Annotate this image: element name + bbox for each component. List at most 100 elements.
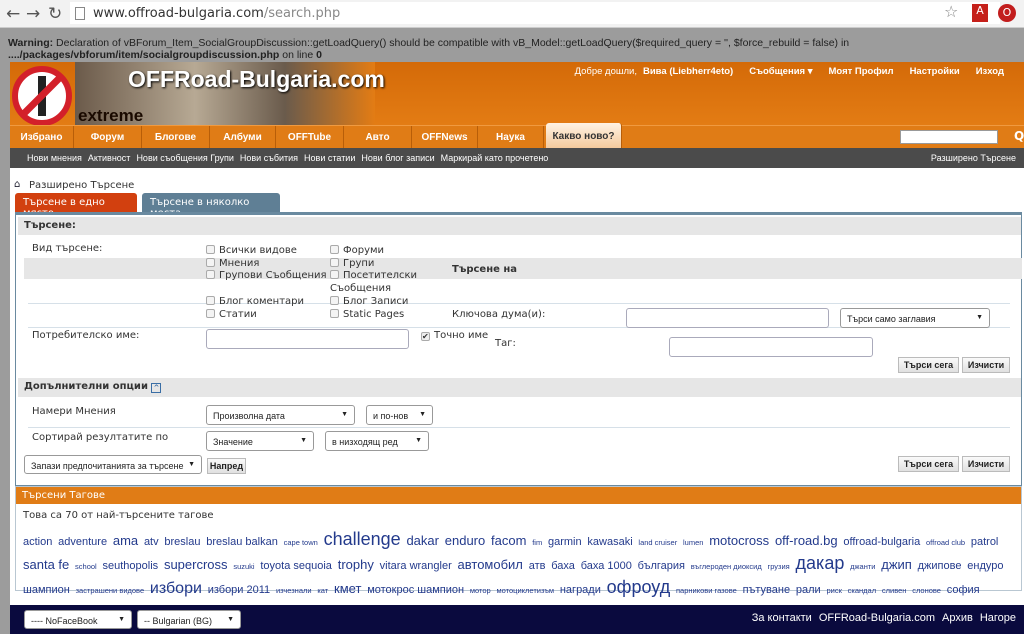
footer-contact[interactable]: За контакти [752, 612, 812, 624]
tag-link[interactable]: garmin [548, 536, 582, 548]
type-posts[interactable]: Мнения [206, 258, 259, 269]
tab-forum[interactable]: Форум [74, 126, 142, 149]
reload-icon[interactable]: ↻ [48, 4, 62, 24]
tag-link[interactable]: рали [796, 584, 821, 596]
tag-link[interactable]: suzuki [233, 562, 254, 571]
tag-link[interactable]: джанти [850, 562, 875, 571]
tag-link[interactable]: ama [113, 533, 138, 548]
checkbox[interactable] [330, 309, 339, 318]
save-prefs-select[interactable]: Запази предпочитанията за търсене [24, 455, 202, 474]
checkbox[interactable] [330, 245, 339, 254]
tag-link[interactable]: кат [317, 586, 328, 595]
tag-link[interactable]: мотор [470, 586, 491, 595]
tag-link[interactable]: грузия [767, 562, 789, 571]
type-blog-entries[interactable]: Блог Записи [330, 296, 408, 307]
tag-link[interactable]: offroad club [926, 538, 965, 547]
search-now-button[interactable]: Търси сега [898, 357, 959, 373]
tag-link[interactable]: fim [532, 538, 542, 547]
subnav-new-posts[interactable]: Нови мнения [27, 153, 82, 163]
checkbox-checked[interactable] [421, 332, 430, 341]
messages-menu[interactable]: Съобщения ▾ [749, 66, 812, 77]
collapse-icon[interactable]: ^ [151, 383, 162, 393]
type-blog-comments[interactable]: Блог коментари [206, 296, 304, 307]
tag-input[interactable] [669, 337, 873, 357]
tag-link[interactable]: patrol [971, 536, 999, 548]
tag-link[interactable]: kawasaki [587, 536, 632, 548]
tag-link[interactable]: facom [491, 533, 526, 548]
tab-science[interactable]: Наука [478, 126, 544, 149]
checkbox[interactable] [206, 245, 215, 254]
tag-link[interactable]: offroad-bulgaria [843, 536, 920, 548]
tag-link[interactable]: слонове [912, 586, 941, 595]
forward-icon[interactable]: → [26, 4, 40, 24]
type-all[interactable]: Всички видове [206, 245, 297, 256]
tab-featured[interactable]: Избрано [10, 126, 74, 149]
address-bar[interactable]: www.offroad-bulgaria.com/search.php [70, 2, 1000, 24]
breadcrumb[interactable]: Разширено Търсене [29, 180, 134, 191]
sort-order-select[interactable]: в низходящ ред [325, 431, 429, 451]
sort-select[interactable]: Значение [206, 431, 314, 451]
tab-albums[interactable]: Албуми [210, 126, 276, 149]
footer-home[interactable]: OFFRoad-Bulgaria.com [819, 612, 935, 624]
tag-link[interactable]: vitara wrangler [380, 560, 452, 572]
tag-link[interactable]: мотоциклетизъм [497, 586, 555, 595]
checkbox[interactable] [206, 309, 215, 318]
star-icon[interactable]: ☆ [944, 2, 958, 21]
tag-link[interactable]: софия [947, 584, 980, 596]
checkbox[interactable] [206, 270, 215, 279]
tab-single-search[interactable]: Търсене в едно място [15, 193, 137, 219]
tag-link[interactable]: cape town [284, 538, 318, 547]
tag-link[interactable]: джип [881, 557, 912, 572]
tag-link[interactable]: toyota sequoia [260, 560, 332, 572]
go-button[interactable]: Напред [207, 458, 246, 474]
pdf-extension-icon[interactable]: A [972, 4, 988, 22]
tag-link[interactable]: автомобил [458, 557, 523, 572]
tag-link[interactable]: избори [150, 580, 202, 597]
tag-link[interactable]: изчезнали [276, 586, 312, 595]
tag-link[interactable]: supercross [164, 557, 228, 572]
username-input[interactable] [206, 329, 409, 349]
subnav-new-events[interactable]: Нови събития [240, 153, 298, 163]
subnav-new-articles[interactable]: Нови статии [304, 153, 355, 163]
tag-link[interactable]: breslau [164, 536, 200, 548]
subnav-new-blog[interactable]: Нови блог записи [361, 153, 434, 163]
tag-link[interactable]: офроуд [607, 577, 671, 597]
my-profile-link[interactable]: Моят Профил [829, 66, 894, 77]
tag-link[interactable]: action [23, 536, 52, 548]
tag-link[interactable]: сливен [882, 586, 907, 595]
tag-link[interactable]: dakar [406, 533, 439, 548]
search-now-button-bottom[interactable]: Търси сега [898, 456, 959, 472]
tab-multi-search[interactable]: Търсене в няколко места [142, 193, 280, 219]
language-select[interactable]: -- Bulgarian (BG) [137, 610, 241, 629]
type-forums[interactable]: Форуми [330, 245, 384, 256]
back-icon[interactable]: ← [6, 4, 20, 24]
tag-link[interactable]: застрашени видове [76, 586, 145, 595]
tag-link[interactable]: seuthopolis [103, 560, 159, 572]
tab-offnews[interactable]: OFFNews [412, 126, 478, 149]
clear-button-bottom[interactable]: Изчисти [962, 456, 1010, 472]
type-groups[interactable]: Групи [330, 258, 374, 269]
checkbox[interactable] [330, 296, 339, 305]
tag-link[interactable]: баха 1000 [581, 560, 632, 572]
checkbox[interactable] [206, 296, 215, 305]
tab-whats-new[interactable]: Какво ново? [546, 123, 622, 149]
site-logo[interactable] [12, 66, 72, 126]
footer-top[interactable]: Нагоре [980, 612, 1016, 624]
keyword-input[interactable] [626, 308, 829, 328]
tag-link[interactable]: награди [560, 584, 601, 596]
subnav-advanced-search[interactable]: Разширено Търсене [931, 153, 1016, 163]
site-title[interactable]: OFFRoad-Bulgaria.com [128, 66, 385, 93]
tag-link[interactable]: land cruiser [638, 538, 677, 547]
tag-link[interactable]: баха [551, 560, 575, 572]
type-static-pages[interactable]: Static Pages [330, 309, 404, 320]
tab-blogs[interactable]: Блогове [142, 126, 210, 149]
tag-link[interactable]: скандал [848, 586, 876, 595]
exact-name-checkbox[interactable]: Точно име [421, 330, 488, 341]
search-icon[interactable]: Q [1014, 129, 1024, 143]
logout-link[interactable]: Изход [976, 66, 1004, 77]
tag-link[interactable]: атв [529, 560, 546, 572]
tag-link[interactable]: atv [144, 536, 159, 548]
home-icon[interactable]: ⌂ [14, 179, 20, 190]
tag-link[interactable]: adventure [58, 536, 107, 548]
quick-search-input[interactable] [900, 130, 998, 144]
